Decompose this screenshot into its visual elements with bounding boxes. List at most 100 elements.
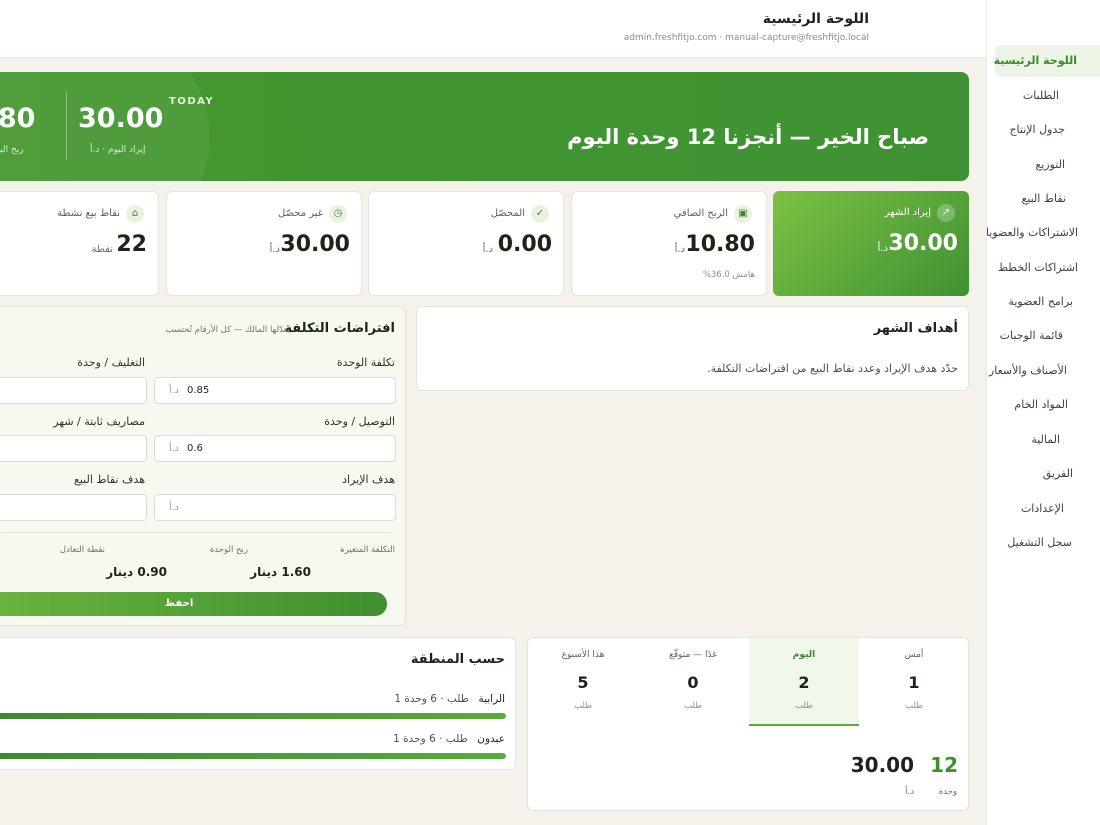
hero-profit-value: 10.80 (0, 103, 36, 134)
revenue-target-unit: د.أ (169, 502, 179, 513)
region-detail: طلب · 6 وحدة 1 (393, 733, 468, 745)
sidebar-item-team[interactable]: الفريق (995, 458, 1100, 490)
revenue-summary-value: 30.00 (850, 753, 914, 777)
day-unit: طلب (795, 701, 813, 711)
sidebar-item-settings[interactable]: الإعدادات (995, 493, 1100, 525)
kpi-value: 30.00 (280, 232, 350, 257)
sidebar-item-label: الأصناف والأسعار (988, 364, 1067, 377)
variable-cost-label: التكلفة المتغيرة (340, 545, 395, 555)
delivery-label: التوصيل / وحدة (324, 415, 395, 428)
day-name: هذا الأسبوع (561, 650, 605, 660)
delivery-value: 0.6 (187, 443, 203, 454)
top-header: اللوحة الرئيسية admin.freshfitjo.com · m… (0, 0, 986, 58)
sidebar-item-points-of-sale[interactable]: نقاط البيع (995, 183, 1100, 215)
units-summary-value: 12 (930, 753, 958, 777)
unit-cost-input[interactable]: 0.85 د.أ (154, 377, 396, 404)
sidebar-item-memberships[interactable]: الاشتراكات والعضويات (987, 217, 1100, 249)
sidebar-item-label: نقاط البيع (1021, 192, 1066, 205)
sidebar-item-label: برامج العضوية (1008, 295, 1073, 308)
region-name: عبدون (477, 733, 505, 745)
kpi-value: 10.80 (685, 232, 755, 257)
sidebar-item-production[interactable]: جدول الإنتاج (995, 114, 1100, 146)
region-row: عبدون طلب · 6 وحدة 1 (393, 733, 505, 745)
day-name: غدًا — متوقّع (669, 650, 717, 660)
day-count: 5 (577, 673, 589, 692)
sidebar-item-label: الطلبات (1022, 89, 1059, 102)
sidebar-item-items-prices[interactable]: الأصناف والأسعار (989, 355, 1100, 387)
fixed-costs-input[interactable] (0, 435, 147, 462)
day-count: 0 (687, 673, 699, 692)
sidebar-item-membership-programs[interactable]: برامج العضوية (995, 286, 1100, 318)
revenue-target-input[interactable]: د.أ (154, 494, 396, 521)
revenue-summary-label: د.أ (905, 787, 914, 797)
day-unit: طلب (684, 701, 702, 711)
page-title: اللوحة الرئيسية (762, 11, 869, 27)
region-detail: طلب · 6 وحدة 1 (394, 693, 470, 705)
goals-title: أهداف الشهر (873, 321, 958, 336)
user-account-line: admin.freshfitjo.com · manual-capture@fr… (623, 33, 869, 43)
day-name: اليوم (792, 650, 816, 660)
day-tab-today[interactable]: اليوم 2 طلب (749, 638, 859, 726)
region-title: حسب المنطقة (410, 652, 505, 667)
cost-note: يعدّلها المالك — كل الأرقام تُحتسب (165, 325, 290, 335)
sidebar-item-distribution[interactable]: التوزيع (995, 149, 1100, 181)
fixed-costs-label: مصاريف ثابتة / شهر (53, 415, 145, 428)
sidebar: اللوحة الرئيسية الطلبات جدول الإنتاج الت… (986, 0, 1100, 825)
sidebar-item-label: الاشتراكات والعضويات (986, 226, 1078, 239)
sidebar-item-finance[interactable]: المالية (995, 424, 1100, 456)
hero-divider (66, 92, 67, 160)
day-count: 1 (908, 673, 920, 692)
store-icon: ⌂ (126, 205, 144, 223)
day-name: أمس (904, 650, 924, 660)
sidebar-item-label: اشتراكات الخطط (997, 261, 1078, 274)
unit-profit-value: 1.60 دينار (250, 565, 311, 579)
kpi-margin-note: هامش 36.0% (702, 270, 755, 280)
sidebar-item-plan-subscriptions[interactable]: اشتراكات الخطط (995, 252, 1100, 284)
sidebar-item-label: سجل التشغيل (1007, 536, 1072, 549)
sidebar-item-orders[interactable]: الطلبات (995, 80, 1100, 112)
region-bar-fill (0, 753, 506, 759)
monthly-goals-card: أهداف الشهر حدّد هدف الإيراد وعدد نقاط ا… (416, 306, 969, 391)
sidebar-item-label: قائمة الوجبات (999, 329, 1063, 342)
kpi-card-uncollected: ◷ غير محصّل 30.00 د.أ (166, 191, 362, 296)
sidebar-item-label: المالية (1031, 433, 1060, 446)
region-name: الرابية (478, 693, 505, 705)
hero-revenue-label: إيراد اليوم · د.أ (90, 145, 146, 155)
save-button[interactable]: احفظ (0, 592, 387, 616)
sidebar-item-dashboard[interactable]: اللوحة الرئيسية (994, 45, 1100, 77)
kpi-unit: د.أ (269, 244, 280, 255)
sidebar-item-label: اللوحة الرئيسية (993, 54, 1077, 67)
day-unit: طلب (574, 701, 592, 711)
kpi-value: 0.00 (497, 232, 552, 257)
unit-cost-unit: د.أ (169, 385, 179, 396)
packaging-label: التغليف / وحدة (77, 356, 145, 369)
kpi-title: إيراد الشهر (884, 207, 931, 218)
sidebar-item-raw-materials[interactable]: المواد الخام (995, 389, 1100, 421)
kpi-card-active-pos: ⌂ نقاط بيع نشطة 22 نقطة (0, 191, 159, 296)
kpi-value: 30.00 (888, 231, 958, 256)
kpi-card-month-revenue: ↗ إيراد الشهر 30.00 د.أ (773, 191, 969, 296)
packaging-input[interactable] (0, 377, 147, 404)
clock-icon: ◷ (329, 205, 347, 223)
revenue-target-label: هدف الإيراد (342, 473, 395, 486)
cost-divider (1, 532, 391, 533)
sidebar-item-operations-log[interactable]: سجل التشغيل (995, 527, 1100, 559)
sidebar-item-label: التوزيع (1035, 158, 1065, 171)
check-circle-icon: ✓ (531, 205, 549, 223)
sidebar-item-meals[interactable]: قائمة الوجبات (995, 320, 1100, 352)
by-region-card: حسب المنطقة الرابية طلب · 6 وحدة 1 عبدون… (0, 637, 516, 770)
pos-target-input[interactable] (0, 494, 147, 521)
kpi-unit: د.أ (482, 244, 493, 255)
day-tab-this-week[interactable]: هذا الأسبوع 5 طلب (528, 638, 638, 726)
sidebar-item-label: جدول الإنتاج (1009, 123, 1065, 136)
day-tab-yesterday[interactable]: أمس 1 طلب (859, 638, 969, 726)
kpi-title: نقاط بيع نشطة (57, 208, 120, 219)
sidebar-item-label: الإعدادات (1020, 502, 1064, 515)
kpi-unit: د.أ (674, 244, 685, 255)
kpi-unit: د.أ (877, 243, 888, 254)
region-bar (0, 713, 506, 719)
kpi-title: الربح الصافي (673, 208, 728, 219)
units-summary-label: وحدة (938, 787, 957, 797)
delivery-input[interactable]: 0.6 د.أ (154, 435, 396, 462)
day-tab-tomorrow[interactable]: غدًا — متوقّع 0 طلب (638, 638, 748, 726)
